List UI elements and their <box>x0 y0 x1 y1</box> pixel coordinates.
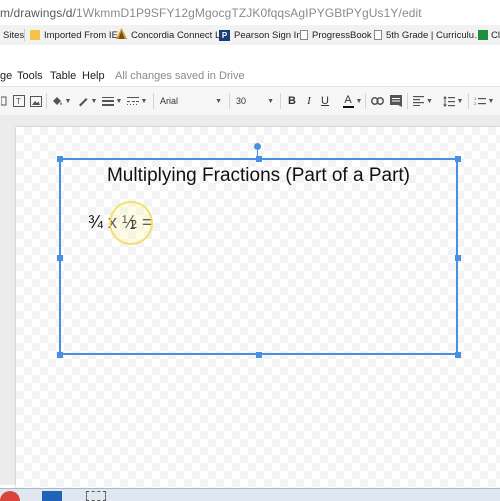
line-spacing-icon[interactable]: ▼ <box>441 87 465 115</box>
font-size-select[interactable]: 30 ▼ <box>236 87 274 115</box>
bookmark-classroom-label: Cl <box>491 29 500 41</box>
toolbar-separator <box>280 93 281 109</box>
font-name: Arial <box>160 96 179 106</box>
bookmark-concordia-label: Concordia Connect L… <box>131 29 230 41</box>
bookmark-sites[interactable]: Sites <box>3 25 24 45</box>
line-color-icon[interactable]: ▼ <box>76 87 98 115</box>
svg-text:2: 2 <box>474 101 477 106</box>
bookmark-pearson-label: Pearson Sign In <box>234 29 302 41</box>
resize-handle-right[interactable] <box>455 255 461 261</box>
drawing-page[interactable]: Multiplying Fractions (Part of a Part) ¾… <box>16 127 500 497</box>
text-box-icon[interactable]: T <box>12 87 26 115</box>
bookmark-progressbook-label: ProgressBook <box>312 29 372 41</box>
url-text[interactable]: m/drawings/d/1WkmmD1P9SFY12gMgocgTZJK0fq… <box>0 6 422 20</box>
toolbar-separator <box>229 93 230 109</box>
bookmark-classroom[interactable]: Cl <box>478 25 500 45</box>
bookmark-5th-grade[interactable]: 5th Grade | Curriculu… <box>374 25 484 45</box>
chevron-down-icon: ▼ <box>215 97 222 105</box>
svg-text:T: T <box>16 97 21 106</box>
save-status: All changes saved in Drive <box>115 70 245 82</box>
folder-icon <box>30 30 40 40</box>
bookmark-sites-label: Sites <box>3 29 25 41</box>
resize-handle-bottom[interactable] <box>256 352 262 358</box>
align-icon[interactable]: ▼ <box>411 87 435 115</box>
page-icon <box>374 30 382 40</box>
rotate-handle[interactable] <box>254 143 261 150</box>
toolbar-separator <box>365 93 366 109</box>
address-bar[interactable]: m/drawings/d/1WkmmD1P9SFY12gMgocgTZJK0fq… <box>0 0 500 26</box>
toolbar-separator <box>46 93 47 109</box>
menu-arrange[interactable]: ge <box>0 70 12 82</box>
page-icon <box>300 30 308 40</box>
concordia-icon <box>116 28 127 42</box>
resize-handle-top-left[interactable] <box>57 156 63 162</box>
fill-color-icon[interactable]: ▼ <box>50 87 72 115</box>
toolbar-separator <box>468 93 469 109</box>
font-select[interactable]: Arial ▼ <box>160 87 222 115</box>
link-icon[interactable] <box>369 87 385 115</box>
bookmark-imported-label: Imported From IE <box>44 29 118 41</box>
image-icon[interactable] <box>29 87 43 115</box>
url-path: 1WkmmD1P9SFY12gMgocgTZJK0fqqsAgIPYGBtPYg… <box>76 6 422 20</box>
bookmark-separator <box>24 29 25 41</box>
toolbar-separator <box>153 93 154 109</box>
url-prefix: m/drawings/d/ <box>0 6 76 20</box>
text-tool-icon[interactable] <box>0 87 8 115</box>
bookmark-progressbook[interactable]: ProgressBook <box>300 25 372 45</box>
bookmarks-bar: Sites Imported From IE Concordia Connect… <box>0 25 500 46</box>
comment-icon[interactable] <box>388 87 404 115</box>
toolbar: T ▼ ▼ ▼ ▼ Arial ▼ 30 ▼ B I U A ▼ ▼ ▼ 1 2 ▼ <box>0 86 500 116</box>
underline-icon[interactable]: U <box>318 87 332 115</box>
resize-handle-left[interactable] <box>57 255 63 261</box>
chevron-down-icon: ▼ <box>267 97 274 105</box>
toolbar-separator <box>407 93 408 109</box>
font-size-value: 30 <box>236 96 247 106</box>
menu-table[interactable]: Table <box>50 70 76 82</box>
resize-handle-top[interactable] <box>256 156 262 162</box>
numbered-list-icon[interactable]: 1 2 ▼ <box>472 87 496 115</box>
resize-handle-bottom-left[interactable] <box>57 352 63 358</box>
italic-icon[interactable]: I <box>302 87 316 115</box>
bookmark-pearson[interactable]: P Pearson Sign In <box>219 25 302 45</box>
drawing-canvas-area: Multiplying Fractions (Part of a Part) ¾… <box>0 115 500 497</box>
bold-icon[interactable]: B <box>285 87 299 115</box>
bookmark-imported-from-ie[interactable]: Imported From IE <box>30 25 118 45</box>
drawing-title-text[interactable]: Multiplying Fractions (Part of a Part) <box>61 165 456 187</box>
classroom-icon <box>478 30 488 40</box>
menu-help[interactable]: Help <box>82 70 105 82</box>
selected-text-box[interactable]: Multiplying Fractions (Part of a Part) ¾… <box>57 156 461 358</box>
chevron-down-icon[interactable]: ▼ <box>354 87 363 115</box>
bookmark-concordia[interactable]: Concordia Connect L… <box>116 25 230 45</box>
taskbar <box>0 488 500 501</box>
line-weight-icon[interactable]: ▼ <box>101 87 123 115</box>
resize-handle-bottom-right[interactable] <box>455 352 461 358</box>
menu-tools[interactable]: Tools <box>17 70 43 82</box>
pearson-icon: P <box>219 29 230 41</box>
menu-bar: ge Tools Table Help All changes saved in… <box>0 45 500 85</box>
text-cursor-icon: I <box>129 218 137 232</box>
line-dash-icon[interactable]: ▼ <box>126 87 148 115</box>
resize-handle-top-right[interactable] <box>455 156 461 162</box>
bookmark-5th-grade-label: 5th Grade | Curriculu… <box>386 29 484 41</box>
